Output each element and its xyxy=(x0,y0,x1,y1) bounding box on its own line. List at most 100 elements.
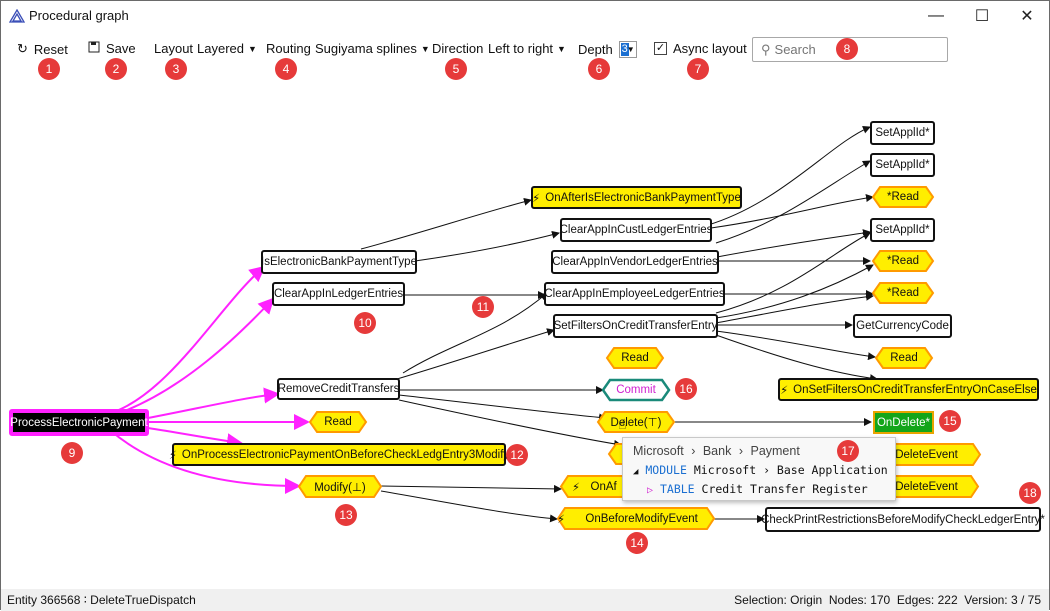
edge xyxy=(380,490,558,523)
routing-value: Sugiyama splines xyxy=(315,41,417,56)
graph-node-hex[interactable]: Read xyxy=(874,347,934,369)
node-label: *Read xyxy=(887,287,919,299)
graph-node-hex[interactable]: ⚡︎ OnAf xyxy=(559,475,625,498)
annotation-badge: 3 xyxy=(165,58,187,80)
async-layout-label: Async layout xyxy=(673,41,747,56)
depth-select[interactable]: 3 ▼ xyxy=(618,41,637,58)
node-label-text: OnAf xyxy=(590,480,617,493)
checkbox-checked-icon: ✓ xyxy=(654,42,667,55)
graph-node[interactable]: SetApplId* xyxy=(870,218,935,242)
chevron-right-icon: › xyxy=(691,444,696,458)
graph-node[interactable]: GetCurrencyCode xyxy=(853,314,952,338)
chevron-down-icon: ▼ xyxy=(247,43,257,54)
annotation-badge: 13 xyxy=(335,504,357,526)
expanded-triangle-icon: ◢ xyxy=(633,467,639,477)
annotation-badge: 4 xyxy=(275,58,297,80)
save-button[interactable]: Save xyxy=(88,41,136,56)
annotation-badge: 10 xyxy=(354,312,376,334)
graph-node-hex[interactable]: *Read xyxy=(871,186,935,208)
graph-canvas[interactable]: ProcessElectronicPayment IsElectronicBan… xyxy=(1,73,1049,588)
annotation-badge: 6 xyxy=(588,58,610,80)
graph-node-hex[interactable]: ⚡︎ OnBeforeModifyEvent xyxy=(556,507,716,530)
app-logo-icon xyxy=(8,8,26,26)
annotation-badge: 16 xyxy=(675,378,697,400)
table-keyword: TABLE xyxy=(659,482,695,496)
graph-node[interactable]: ClearAppInEmployeeLedgerEntries xyxy=(544,282,725,306)
graph-node[interactable]: IsElectronicBankPaymentType xyxy=(261,250,417,274)
graph-node[interactable]: ClearAppInLedgerEntries xyxy=(272,282,405,306)
graph-node-hex[interactable]: *Read xyxy=(871,250,935,272)
graph-node-hex[interactable]: *Read xyxy=(871,282,935,304)
direction-dropdown[interactable]: Left to right ▼ xyxy=(488,41,566,56)
collapsed-triangle-icon: ▷ xyxy=(647,485,654,496)
annotation-badge: 2 xyxy=(105,58,127,80)
maximize-icon[interactable]: ☐ xyxy=(959,1,1005,31)
graph-node-hex[interactable]: Modify(⊥) xyxy=(297,475,383,498)
app-window: Procedural graph — ☐ ✕ ↻ Reset Save Layo… xyxy=(0,0,1050,611)
search-icon: ⚲ xyxy=(761,41,771,57)
node-label: Read xyxy=(890,352,918,364)
graph-node-hex[interactable]: Commit xyxy=(601,378,671,402)
chevron-down-icon: ▼ xyxy=(626,45,635,54)
depth-control: Depth 3 ▼ xyxy=(578,41,637,58)
layout-value: Layered xyxy=(197,41,244,56)
node-label-text: OnBeforeModifyEvent xyxy=(585,512,698,525)
layout-dropdown[interactable]: Layered ▼ xyxy=(197,41,257,56)
edge xyxy=(715,264,874,319)
close-icon[interactable]: ✕ xyxy=(1004,1,1050,31)
graph-node-event[interactable]: ⚡︎ OnSetFiltersOnCreditTransferEntryOnCa… xyxy=(778,378,1039,401)
save-icon xyxy=(88,41,100,56)
graph-node[interactable]: SetApplId* xyxy=(870,153,935,177)
hand-cursor-icon: ☝︎ xyxy=(618,416,627,432)
window-title: Procedural graph xyxy=(29,8,129,23)
node-label: ⚡︎ OnAf xyxy=(560,475,624,498)
lightning-icon: ⚡︎ xyxy=(780,384,789,397)
async-layout-checkbox[interactable]: ✓ Async layout xyxy=(654,41,747,56)
lightning-icon: ⚡︎ xyxy=(168,449,177,462)
graph-node-hex[interactable]: Read xyxy=(605,347,665,369)
graph-node-ondelete[interactable]: OnDelete* xyxy=(873,411,934,434)
crumb: Microsoft xyxy=(633,444,684,458)
status-entity: Entity 366568 ∶ DeleteTrueDispatch xyxy=(7,593,196,607)
edge xyxy=(716,229,871,258)
chevron-down-icon: ▼ xyxy=(420,43,430,54)
graph-node[interactable]: RemoveCreditTransfers xyxy=(277,378,400,400)
annotation-badge: 1 xyxy=(38,58,60,80)
status-bar: Entity 366568 ∶ DeleteTrueDispatch Selec… xyxy=(1,589,1049,611)
edge xyxy=(715,330,876,361)
graph-node-event[interactable]: ⚡︎ OnProcessElectronicPaymentOnBeforeChe… xyxy=(168,443,510,466)
title-bar: Procedural graph — ☐ ✕ xyxy=(1,1,1049,31)
lightning-icon: ⚡︎ xyxy=(532,192,541,205)
node-label: OnAfterIsElectronicBankPaymentType xyxy=(545,191,741,204)
graph-node[interactable]: CheckPrintRestrictionsBeforeModifyCheckL… xyxy=(761,507,1045,532)
annotation-badge: 9 xyxy=(61,442,83,464)
minimize-icon[interactable]: — xyxy=(913,1,959,31)
annotation-badge: 12 xyxy=(506,444,528,466)
graph-node[interactable]: ClearAppInCustLedgerEntries xyxy=(560,218,712,242)
edge xyxy=(715,334,878,383)
reset-button[interactable]: ↻ Reset xyxy=(17,41,68,57)
edge xyxy=(398,399,622,448)
depth-label: Depth xyxy=(578,42,613,57)
graph-node[interactable]: SetApplId* xyxy=(870,121,935,145)
node-label: *Read xyxy=(887,191,919,203)
edge xyxy=(380,484,562,493)
node-label: OnProcessElectronicPaymentOnBeforeCheckL… xyxy=(181,448,510,461)
graph-node-hex[interactable]: Read xyxy=(308,411,368,433)
status-summary: Selection: Origin Nodes: 170 Edges: 222 … xyxy=(734,593,1041,607)
edge xyxy=(147,427,243,450)
edge xyxy=(360,197,532,250)
graph-node[interactable]: ClearAppInVendorLedgerEntries xyxy=(551,250,719,274)
annotation-badge: 8 xyxy=(836,38,858,60)
graph-node-hex[interactable]: Delete(⊤) xyxy=(596,411,676,433)
graph-node-hex[interactable]: reDeleteEvent xyxy=(880,443,982,466)
routing-label: Routing xyxy=(266,41,311,56)
graph-node[interactable]: SetFiltersOnCreditTransferEntry xyxy=(553,314,718,338)
routing-dropdown[interactable]: Sugiyama splines ▼ xyxy=(315,41,430,56)
annotation-badge: 18 xyxy=(1019,482,1041,504)
graph-node-event[interactable]: ⚡︎ OnAfterIsElectronicBankPaymentType xyxy=(531,186,742,209)
edge xyxy=(715,292,874,324)
module-keyword: MODULE xyxy=(645,463,687,477)
graph-node-root[interactable]: ProcessElectronicPayment xyxy=(9,409,149,436)
node-label: Read xyxy=(324,416,352,428)
